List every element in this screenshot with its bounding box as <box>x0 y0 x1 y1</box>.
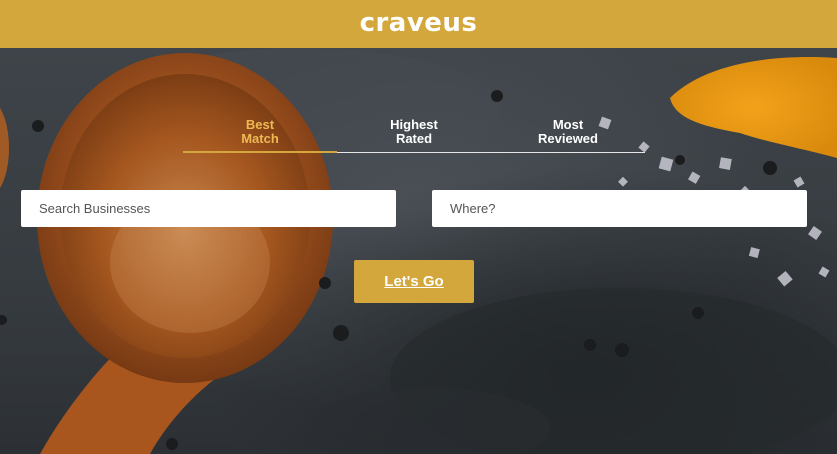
tab-label-line2: Reviewed <box>538 131 598 146</box>
tab-label-line1: Highest <box>390 117 438 132</box>
tab-label-line1: Most <box>552 117 584 132</box>
tab-label-line2: Match <box>241 131 279 146</box>
hero-background-image <box>0 48 837 454</box>
sort-tabs: Best Match Highest Rated Most Reviewed <box>183 118 645 153</box>
tab-label-line2: Rated <box>395 131 433 146</box>
tab-label-line1: Best <box>245 117 275 132</box>
lets-go-button[interactable]: Let's Go <box>354 260 474 303</box>
location-input[interactable] <box>432 190 807 227</box>
search-businesses-input[interactable] <box>21 190 396 227</box>
tab-most-reviewed[interactable]: Most Reviewed <box>491 118 645 152</box>
craveus-logo[interactable]: craveus <box>360 8 478 38</box>
tab-best-match[interactable]: Best Match <box>183 118 337 152</box>
top-header: craveus <box>0 0 837 48</box>
spoon-and-spices-illustration <box>0 48 837 454</box>
tab-highest-rated[interactable]: Highest Rated <box>337 118 491 152</box>
